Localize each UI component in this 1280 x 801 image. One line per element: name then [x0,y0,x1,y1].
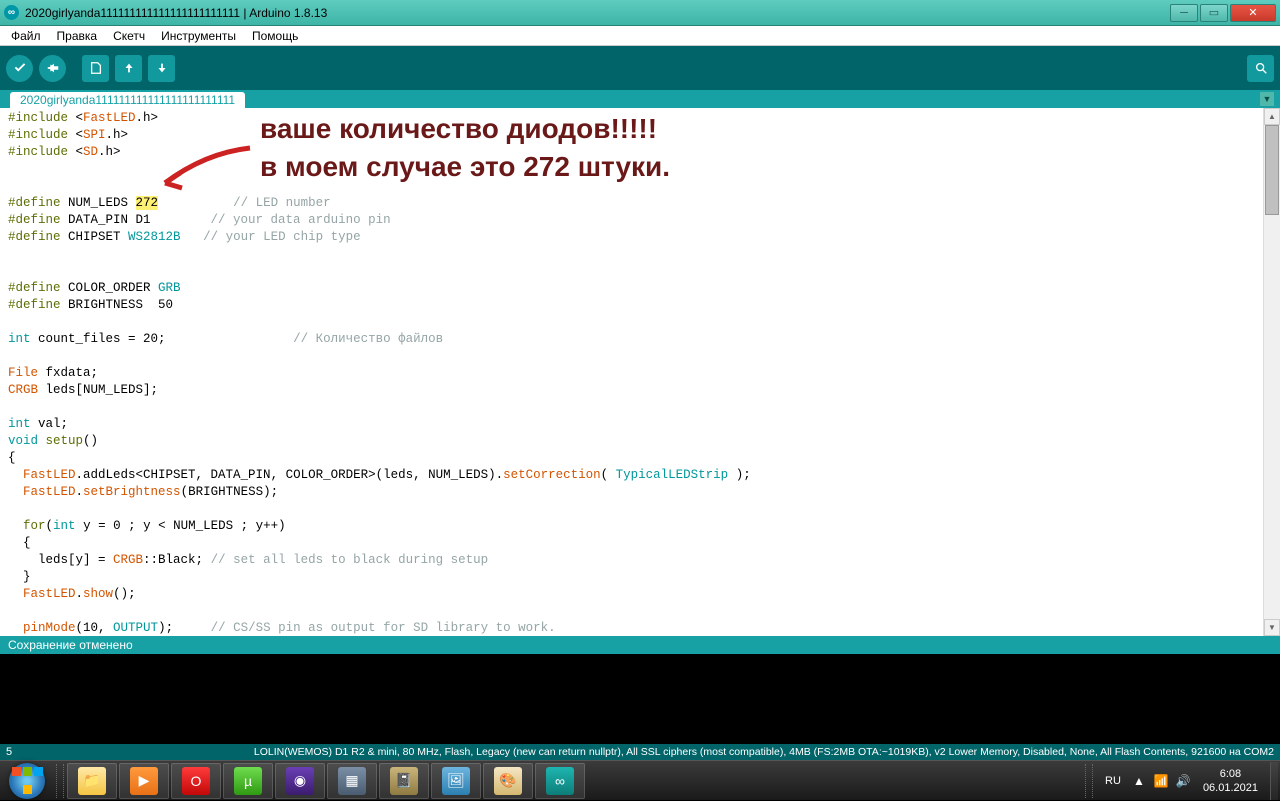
taskbar-utorrent[interactable]: µ [223,763,273,799]
tray-volume-icon[interactable]: 🔊 [1175,773,1191,789]
maximize-button[interactable]: ▭ [1200,4,1228,22]
menu-help[interactable]: Помощь [245,27,305,45]
taskbar-app7[interactable]: 📓 [379,763,429,799]
upload-button[interactable] [39,55,66,82]
clock-time: 6:08 [1203,767,1258,781]
system-tray: RU ▲ 📶 🔊 6:08 06.01.2021 [1083,762,1280,800]
tray-separator [1085,764,1093,798]
open-button[interactable] [115,55,142,82]
windows-orb-icon [9,763,45,799]
clock[interactable]: 6:08 06.01.2021 [1197,767,1264,795]
tabbar: 2020girlyanda111111111111111111111111 ▼ [0,90,1280,108]
start-button[interactable] [0,761,54,801]
taskbar: 📁 ▶ O µ ◉ ▦ 📓 🖼 🎨 ∞ RU ▲ 📶 🔊 6:08 06.01.… [0,760,1280,800]
titlebar: ∞ 2020girlyanda111111111111111111111111 … [0,0,1280,26]
scroll-thumb[interactable] [1265,125,1279,215]
new-button[interactable] [82,55,109,82]
menu-file[interactable]: Файл [4,27,48,45]
app-icon: ∞ [4,5,19,20]
menu-edit[interactable]: Правка [50,27,105,45]
scroll-up-button[interactable]: ▲ [1264,108,1280,125]
code-editor[interactable]: #include <FastLED.h> #include <SPI.h> #i… [0,108,1263,636]
board-info: LOLIN(WEMOS) D1 R2 & mini, 80 MHz, Flash… [254,746,1274,758]
show-desktop-button[interactable] [1270,762,1278,800]
clock-date: 06.01.2021 [1203,781,1258,795]
taskbar-arduino[interactable]: ∞ [535,763,585,799]
verify-button[interactable] [6,55,33,82]
taskbar-separator [56,764,64,798]
save-button[interactable] [148,55,175,82]
tab-dropdown[interactable]: ▼ [1260,92,1274,106]
editor: #include <FastLED.h> #include <SPI.h> #i… [0,108,1280,636]
statusbar: Сохранение отменено [0,636,1280,654]
close-button[interactable]: ✕ [1230,4,1276,22]
taskbar-app6[interactable]: ▦ [327,763,377,799]
console[interactable] [0,654,1280,744]
menu-sketch[interactable]: Скетч [106,27,152,45]
taskbar-media[interactable]: ▶ [119,763,169,799]
footer: 5 LOLIN(WEMOS) D1 R2 & mini, 80 MHz, Fla… [0,744,1280,760]
window-title: 2020girlyanda111111111111111111111111 | … [25,6,1170,20]
menubar: Файл Правка Скетч Инструменты Помощь [0,26,1280,46]
language-indicator[interactable]: RU [1101,773,1125,789]
taskbar-images[interactable]: 🖼 [431,763,481,799]
taskbar-opera[interactable]: O [171,763,221,799]
taskbar-tor[interactable]: ◉ [275,763,325,799]
status-text: Сохранение отменено [8,638,133,652]
taskbar-paint[interactable]: 🎨 [483,763,533,799]
minimize-button[interactable]: ─ [1170,4,1198,22]
tray-network-icon[interactable]: 📶 [1153,773,1169,789]
menu-tools[interactable]: Инструменты [154,27,243,45]
tray-flag-icon[interactable]: ▲ [1131,773,1147,789]
tab-sketch[interactable]: 2020girlyanda111111111111111111111111 [10,92,245,108]
scroll-down-button[interactable]: ▼ [1264,619,1280,636]
toolbar [0,46,1280,90]
vertical-scrollbar[interactable]: ▲ ▼ [1263,108,1280,636]
taskbar-explorer[interactable]: 📁 [67,763,117,799]
highlighted-number: 272 [136,196,159,210]
line-number: 5 [6,746,12,758]
serial-monitor-button[interactable] [1247,55,1274,82]
